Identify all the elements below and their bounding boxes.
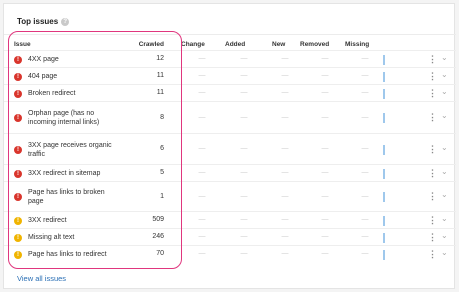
help-icon[interactable]: ? [61, 17, 70, 26]
more-options-icon[interactable]: ⋮ [428, 113, 437, 122]
new-value: — [281, 89, 289, 96]
added-value: — [240, 145, 248, 152]
missing-value: — [361, 216, 369, 223]
trend-sparkline [383, 113, 385, 123]
change-value: — [198, 89, 206, 96]
change-value: — [198, 216, 206, 223]
removed-value: — [321, 169, 329, 176]
change-value: — [198, 72, 206, 79]
more-options-icon[interactable]: ⋮ [428, 54, 437, 64]
added-value: — [240, 250, 248, 257]
view-all-issues-link[interactable]: View all issues [17, 274, 66, 283]
column-header-new[interactable]: New [272, 41, 285, 48]
new-value: — [281, 250, 289, 257]
removed-value: — [321, 145, 329, 152]
more-options-icon[interactable]: ⋮ [428, 168, 437, 178]
missing-value: — [361, 233, 369, 240]
removed-value: — [321, 55, 329, 62]
column-header-change[interactable]: Change [181, 41, 205, 48]
added-value: — [240, 192, 248, 200]
missing-value: — [361, 145, 369, 152]
removed-value: — [321, 250, 329, 257]
column-header-added[interactable]: Added [225, 41, 245, 48]
panel-title: Top issues ? [17, 17, 70, 26]
trend-sparkline [383, 215, 385, 226]
chevron-down-icon[interactable]: ⌄ [441, 87, 448, 96]
chevron-down-icon[interactable]: ⌄ [441, 231, 448, 240]
column-header-missing[interactable]: Missing [345, 41, 369, 48]
new-value: — [281, 113, 289, 121]
new-value: — [281, 233, 289, 240]
missing-value: — [361, 89, 369, 96]
more-options-icon[interactable]: ⋮ [428, 215, 437, 225]
chevron-down-icon[interactable]: ⌄ [441, 53, 448, 62]
column-header-removed[interactable]: Removed [300, 41, 329, 48]
chevron-down-icon[interactable]: ⌄ [441, 111, 448, 120]
more-options-icon[interactable]: ⋮ [428, 71, 437, 81]
trend-sparkline [383, 71, 385, 82]
more-options-icon[interactable]: ⋮ [428, 192, 437, 201]
trend-sparkline [383, 168, 385, 179]
missing-value: — [361, 55, 369, 62]
trend-sparkline [383, 54, 385, 65]
added-value: — [240, 113, 248, 121]
trend-sparkline [383, 144, 385, 155]
removed-value: — [321, 192, 329, 200]
change-value: — [198, 233, 206, 240]
new-value: — [281, 72, 289, 79]
highlight-outline [8, 31, 182, 269]
removed-value: — [321, 72, 329, 79]
added-value: — [240, 233, 248, 240]
trend-sparkline [383, 232, 385, 243]
more-options-icon[interactable]: ⋮ [428, 232, 437, 242]
change-value: — [198, 192, 206, 200]
missing-value: — [361, 192, 369, 200]
trend-sparkline [383, 88, 385, 99]
page: Top issues ? Issue Crawled Change Added … [0, 0, 459, 292]
more-options-icon[interactable]: ⋮ [428, 88, 437, 98]
chevron-down-icon[interactable]: ⌄ [441, 167, 448, 176]
trend-sparkline [383, 192, 385, 202]
removed-value: — [321, 233, 329, 240]
added-value: — [240, 169, 248, 176]
change-value: — [198, 113, 206, 121]
missing-value: — [361, 250, 369, 257]
new-value: — [281, 216, 289, 223]
removed-value: — [321, 216, 329, 223]
chevron-down-icon[interactable]: ⌄ [441, 70, 448, 79]
removed-value: — [321, 113, 329, 121]
added-value: — [240, 216, 248, 223]
chevron-down-icon[interactable]: ⌄ [441, 190, 448, 199]
chevron-down-icon[interactable]: ⌄ [441, 214, 448, 223]
new-value: — [281, 169, 289, 176]
change-value: — [198, 145, 206, 152]
change-value: — [198, 169, 206, 176]
top-issues-panel: Top issues ? Issue Crawled Change Added … [3, 3, 456, 289]
added-value: — [240, 89, 248, 96]
change-value: — [198, 250, 206, 257]
added-value: — [240, 55, 248, 62]
more-options-icon[interactable]: ⋮ [428, 249, 437, 259]
new-value: — [281, 192, 289, 200]
chevron-down-icon[interactable]: ⌄ [441, 248, 448, 257]
missing-value: — [361, 72, 369, 79]
removed-value: — [321, 89, 329, 96]
trend-sparkline [383, 249, 385, 260]
added-value: — [240, 72, 248, 79]
missing-value: — [361, 169, 369, 176]
change-value: — [198, 55, 206, 62]
new-value: — [281, 55, 289, 62]
missing-value: — [361, 113, 369, 121]
more-options-icon[interactable]: ⋮ [428, 144, 437, 154]
new-value: — [281, 145, 289, 152]
chevron-down-icon[interactable]: ⌄ [441, 143, 448, 152]
panel-title-text: Top issues [17, 17, 59, 26]
